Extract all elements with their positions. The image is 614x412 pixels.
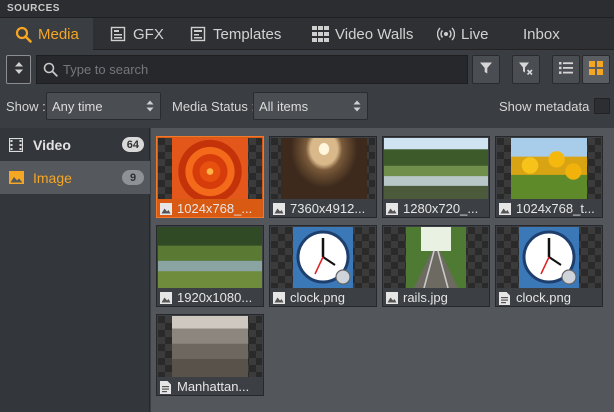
tulips-image xyxy=(511,138,587,199)
media-name: 1024x768_t... xyxy=(516,201,595,216)
rails-image xyxy=(406,227,466,288)
forest-stream-image xyxy=(158,227,262,288)
filter-button[interactable] xyxy=(472,55,500,84)
list-icon xyxy=(559,62,573,77)
clear-filter-icon xyxy=(518,61,534,79)
clock-image xyxy=(519,227,579,288)
tab-templates[interactable]: Templates xyxy=(189,18,281,50)
media-thumbnail xyxy=(384,227,488,288)
tab-media[interactable]: Media xyxy=(0,18,93,50)
media-name: Manhattan... xyxy=(177,379,250,394)
media-status-label: Media Status : xyxy=(172,99,256,114)
film-icon xyxy=(9,137,25,152)
tab-video-walls-label: Video Walls xyxy=(335,25,414,43)
tab-templates-label: Templates xyxy=(213,25,282,43)
media-status-value: All items xyxy=(259,98,309,114)
tab-live[interactable]: Live xyxy=(437,18,489,50)
image-file-icon xyxy=(273,291,285,304)
media-card[interactable]: rails.jpg xyxy=(382,225,490,307)
broadcast-icon xyxy=(437,25,455,43)
show-time-value: Any time xyxy=(52,98,103,114)
media-thumbnail xyxy=(158,138,262,199)
media-type-sidebar: Video 64 Image 9 xyxy=(0,128,150,412)
flower-image xyxy=(172,138,248,199)
search-box xyxy=(36,55,468,84)
media-name: 7360x4912... xyxy=(290,201,366,216)
media-name: 1024x768_... xyxy=(177,201,253,216)
media-grid: 1024x768_... 7360x4912... 1280x720_... 1… xyxy=(151,128,614,412)
media-name: rails.jpg xyxy=(403,290,448,305)
clock-image xyxy=(293,227,353,288)
clear-filter-button[interactable] xyxy=(512,55,540,84)
media-thumbnail xyxy=(158,316,262,377)
show-time-select[interactable]: Any time xyxy=(46,92,161,120)
media-card[interactable]: 1024x768_t... xyxy=(495,136,603,218)
list-view-button[interactable] xyxy=(552,55,580,84)
media-thumbnail xyxy=(497,138,601,199)
image-file-icon xyxy=(273,202,285,215)
media-status-select[interactable]: All items xyxy=(253,92,368,120)
chevron-updown-icon xyxy=(145,99,155,113)
media-card[interactable]: Manhattan... xyxy=(156,314,264,396)
hall-image xyxy=(281,138,367,199)
media-thumbnail xyxy=(271,138,375,199)
show-metadata-checkbox[interactable] xyxy=(594,98,610,114)
document-file-icon xyxy=(160,380,172,394)
sidebar-item-video[interactable]: Video 64 xyxy=(0,128,150,161)
tab-gfx-label: GFX xyxy=(133,25,164,43)
search-icon xyxy=(14,25,32,43)
image-file-icon xyxy=(160,202,172,215)
media-thumbnail xyxy=(497,227,601,288)
tab-video-walls[interactable]: Video Walls xyxy=(311,18,413,50)
media-name: 1920x1080... xyxy=(177,290,253,305)
sidebar-item-image[interactable]: Image 9 xyxy=(0,161,150,194)
image-file-icon xyxy=(386,291,398,304)
tab-inbox-label: Inbox xyxy=(523,25,560,43)
image-count-badge: 9 xyxy=(122,170,144,185)
image-icon xyxy=(9,171,25,185)
media-card[interactable]: 7360x4912... xyxy=(269,136,377,218)
panel-titlebar: SOURCES xyxy=(0,0,614,18)
show-metadata-label: Show metadata : xyxy=(499,99,597,114)
gfx-icon xyxy=(109,25,127,43)
media-card[interactable]: 1024x768_... xyxy=(156,136,264,218)
city-image xyxy=(172,316,248,377)
chevron-updown-icon xyxy=(352,99,362,113)
document-file-icon xyxy=(499,291,511,305)
media-card[interactable]: 1280x720_... xyxy=(382,136,490,218)
sort-order-button[interactable] xyxy=(6,55,31,84)
tab-gfx[interactable]: GFX xyxy=(109,18,164,50)
panel-title: SOURCES xyxy=(7,3,60,14)
source-tabs: Media GFX Templates Video Walls Live Inb… xyxy=(0,18,614,50)
sort-icon xyxy=(14,61,24,78)
filter-icon xyxy=(479,61,493,78)
sidebar-item-video-label: Video xyxy=(33,136,71,153)
tab-media-label: Media xyxy=(38,25,79,43)
river-image xyxy=(384,138,488,199)
grid-view-button[interactable] xyxy=(582,55,610,84)
media-card[interactable]: clock.png xyxy=(269,225,377,307)
tab-live-label: Live xyxy=(461,25,489,43)
image-file-icon xyxy=(499,202,511,215)
search-input[interactable] xyxy=(63,62,453,77)
media-thumbnail xyxy=(158,227,262,288)
media-name: clock.png xyxy=(516,290,571,305)
media-card[interactable]: 1920x1080... xyxy=(156,225,264,307)
image-file-icon xyxy=(160,291,172,304)
sidebar-item-image-label: Image xyxy=(33,169,72,186)
media-name: 1280x720_... xyxy=(403,201,479,216)
media-thumbnail xyxy=(271,227,375,288)
image-file-icon xyxy=(386,202,398,215)
show-label: Show : xyxy=(6,99,46,114)
tab-inbox[interactable]: Inbox xyxy=(523,18,560,50)
media-name: clock.png xyxy=(290,290,345,305)
search-icon xyxy=(37,62,63,77)
grid-icon xyxy=(311,25,329,43)
template-icon xyxy=(189,25,207,43)
grid-view-icon xyxy=(589,61,603,78)
media-thumbnail xyxy=(384,138,488,199)
video-count-badge: 64 xyxy=(121,137,144,152)
media-card[interactable]: clock.png xyxy=(495,225,603,307)
